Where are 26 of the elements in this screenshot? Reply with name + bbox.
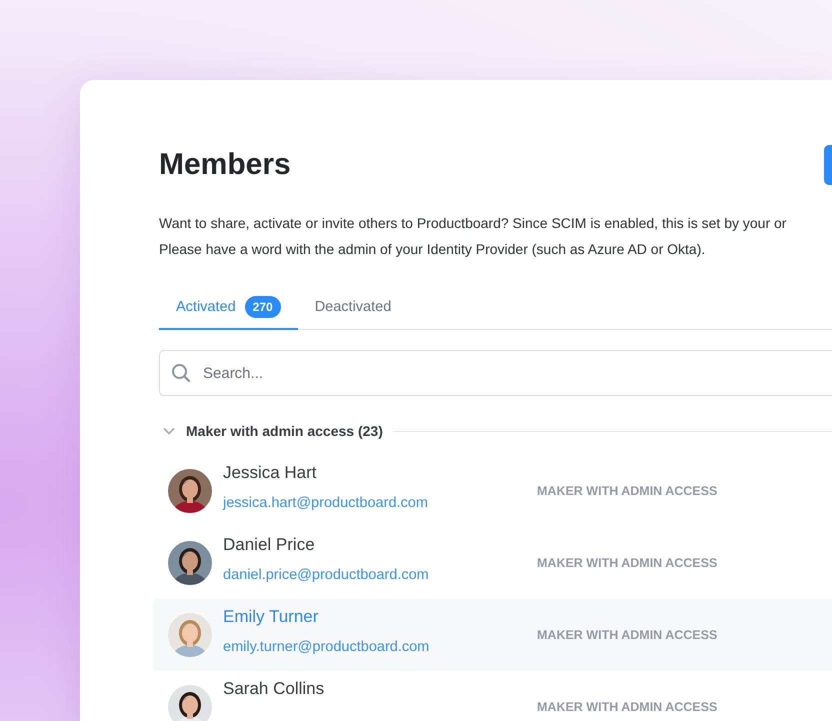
- member-row[interactable]: Daniel Price daniel.price@productboard.com MAKER WITH ADMIN ACCESS: [153, 527, 832, 599]
- role-label: MAKER WITH ADMIN ACCESS: [537, 700, 718, 714]
- member-name: Daniel Price: [223, 535, 316, 555]
- tab[interactable]: Deactivated: [298, 286, 408, 330]
- role-label: MAKER WITH ADMIN ACCESS: [537, 484, 718, 498]
- role-label: MAKER WITH ADMIN ACCESS: [537, 628, 718, 642]
- member-email[interactable]: emily.turner@productboard.com: [223, 639, 537, 655]
- search-icon: [171, 363, 191, 383]
- description-text: Want to share, activate or invite others to Productboard? Since SCIM is enabled, this is set by your or: [159, 214, 788, 233]
- count-badge: 270: [244, 296, 281, 318]
- description-text: Please have a word with the admin of your Identity Provider (such as Azure AD or Okta).: [159, 240, 706, 259]
- member-name: Emily Turner: [223, 607, 320, 627]
- member-email[interactable]: daniel.price@productboard.com: [223, 567, 537, 583]
- chevron-icon[interactable]: [163, 427, 175, 435]
- page-title: Members: [159, 148, 291, 182]
- member-name: Jessica Hart: [223, 463, 318, 483]
- role-label: MAKER WITH ADMIN ACCESS: [537, 556, 718, 570]
- primary-button[interactable]: [824, 145, 832, 185]
- member-email[interactable]: jessica.hart@productboard.com: [223, 495, 537, 511]
- member-row[interactable]: Jessica Hart jessica.hart@productboard.com MAKER WITH ADMIN ACCESS: [153, 455, 832, 527]
- member-name: Sarah Collins: [223, 679, 326, 699]
- member-row[interactable]: Sarah Collins MAKER WITH ADMIN ACCESS: [153, 671, 832, 721]
- group-title: Maker with admin access (23): [186, 423, 383, 439]
- member-row[interactable]: Emily Turner emily.turner@productboard.com MAKER WITH ADMIN ACCESS: [153, 599, 832, 671]
- search-field[interactable]: Search...: [159, 350, 832, 396]
- tab[interactable]: Activated 270: [159, 286, 298, 330]
